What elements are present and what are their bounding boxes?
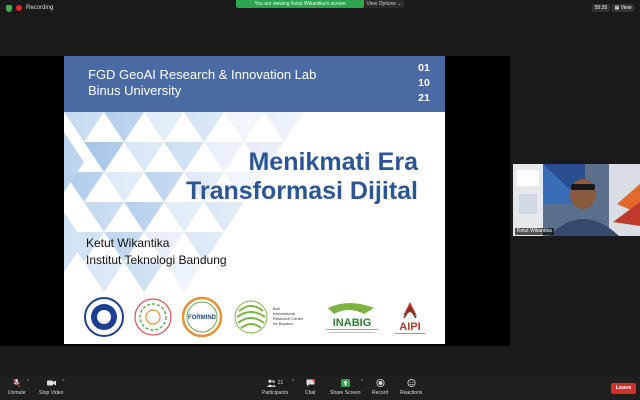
inabig-text: INABIG — [333, 317, 372, 329]
formind-text: FORMIND — [188, 315, 217, 321]
view-button-label: View — [620, 5, 632, 11]
share-options-chevron-icon[interactable]: ^ — [361, 379, 363, 385]
share-screen-button[interactable]: Share Screen — [330, 379, 361, 396]
participant-name-label: Ketut Wikantika — [515, 228, 554, 235]
itb-logo — [84, 297, 124, 337]
participants-count: 21 — [277, 380, 284, 386]
participants-label: Participants — [262, 390, 289, 396]
inabig-logo: INABIG — [326, 303, 378, 333]
participant-video-frame — [513, 164, 640, 236]
aipi-logo: AIPI — [395, 302, 425, 334]
chat-label: Chat — [305, 390, 316, 396]
view-button[interactable]: ▦ View — [612, 4, 634, 12]
video-options-chevron-icon[interactable]: ^ — [62, 379, 64, 385]
grid-icon: ▦ — [614, 5, 620, 11]
reactions-label: Reactions — [400, 390, 423, 396]
aipi-text: AIPI — [399, 321, 420, 333]
participants-icon-row: 21 — [266, 379, 284, 387]
svg-text:for Banana: for Banana — [273, 321, 293, 326]
video-camera-icon — [46, 380, 56, 386]
slide-title-line2: Transformasi Dijital — [185, 177, 418, 205]
bali-banana-logo: Bali International Research Center for B… — [234, 300, 304, 334]
date-month: 10 — [418, 77, 430, 89]
unmute-button[interactable]: Unmute — [8, 379, 26, 396]
stop-video-label: Stop Video — [39, 390, 64, 396]
slide-lab-title: FGD GeoAI Research & Innovation Lab Binu… — [88, 67, 316, 99]
slide-date: 01 10 21 — [409, 61, 439, 106]
participants-button[interactable]: 21 Participants — [262, 379, 288, 396]
presentation-slide: FGD GeoAI Research & Innovation Lab Binu… — [64, 56, 445, 344]
slide-title-line1: Menikmati Era — [248, 148, 418, 176]
security-shield-icon[interactable] — [6, 4, 12, 12]
reactions-button[interactable]: Reactions — [400, 379, 422, 396]
audio-options-chevron-icon[interactable]: ^ — [27, 379, 29, 385]
formind-logo: FORMIND — [181, 296, 223, 338]
unmute-label: Unmute — [8, 390, 26, 396]
view-options-button[interactable]: View Options ⌄ — [364, 0, 404, 8]
university-name: Binus University — [88, 83, 182, 98]
slide-title: Menikmati Era Transformasi Dijital — [64, 148, 418, 206]
chat-button[interactable]: Chat — [305, 379, 316, 396]
reactions-smiley-icon — [407, 379, 416, 387]
record-label: Record — [372, 390, 389, 396]
stop-video-button[interactable]: Stop Video — [39, 379, 63, 396]
lab-name: FGD GeoAI Research & Innovation Lab — [88, 67, 317, 82]
record-icon — [376, 379, 385, 387]
author-institution: Institut Teknologi Bandung — [86, 253, 227, 267]
circle-logo — [134, 298, 172, 336]
date-year: 21 — [418, 92, 430, 104]
participants-options-chevron-icon[interactable]: ^ — [292, 379, 294, 385]
chat-bubble-icon — [306, 379, 315, 387]
share-screen-label: Share Screen — [330, 390, 361, 396]
meeting-toolbar: Unmute ^ Stop Video ^ 21 Participants ^ … — [0, 376, 640, 400]
date-day: 01 — [418, 62, 430, 74]
recording-dot-icon — [16, 5, 22, 11]
top-bar: Recording You are viewing Ketut Wikantik… — [0, 0, 640, 16]
record-button[interactable]: Record — [372, 379, 388, 396]
share-screen-icon — [340, 379, 350, 387]
meeting-timer: 55:35 — [592, 4, 610, 12]
slide-header: FGD GeoAI Research & Innovation Lab Binu… — [64, 56, 445, 112]
screen-share-banner: You are viewing Ketut Wikantika's screen — [236, 0, 364, 8]
recording-label: Recording — [26, 5, 54, 11]
participant-video-thumbnail[interactable]: Ketut Wikantika — [513, 164, 640, 236]
slide-author-block: Ketut Wikantika Institut Teknologi Bandu… — [86, 235, 227, 269]
author-name: Ketut Wikantika — [86, 236, 170, 250]
microphone-muted-icon — [12, 379, 21, 387]
participants-icon — [266, 379, 276, 387]
partner-logos: FORMIND Bali International Research Cent… — [84, 296, 425, 338]
leave-button[interactable]: Leave — [611, 383, 636, 394]
recording-indicator[interactable]: Recording — [6, 3, 53, 13]
